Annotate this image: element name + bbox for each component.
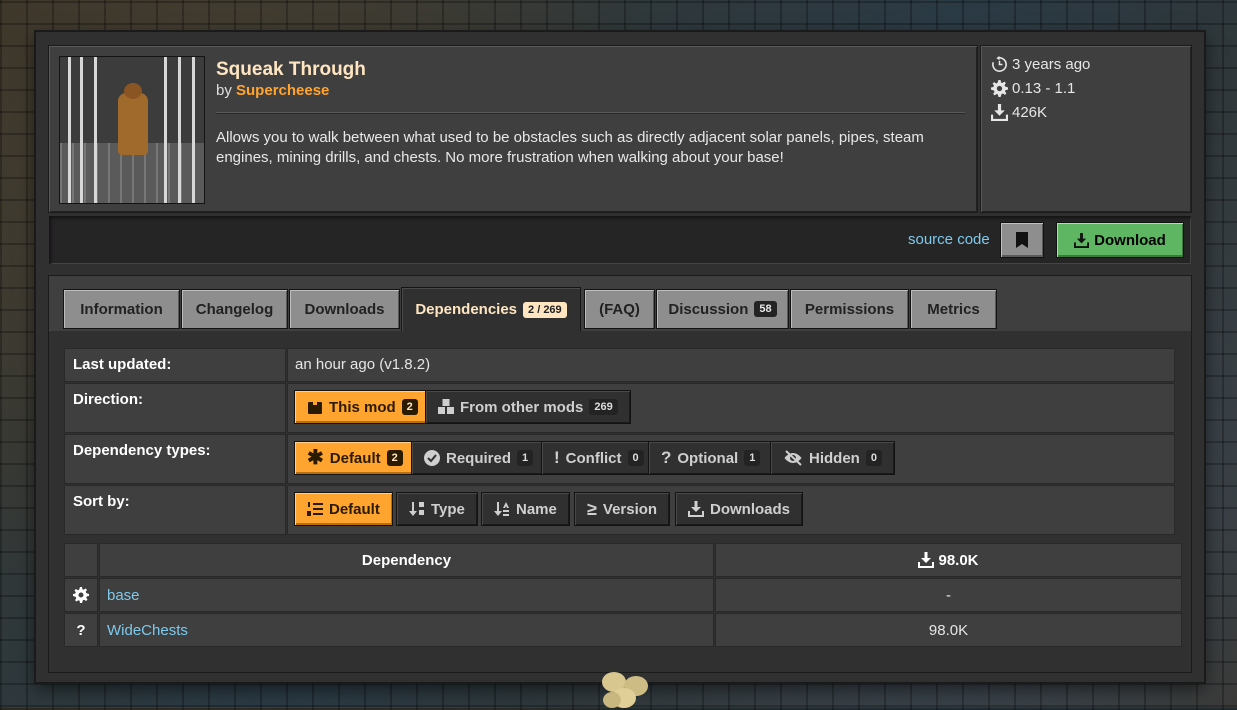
gear-icon [991,80,1008,97]
mod-byline: by Supercheese [216,82,329,99]
exclamation-icon: ! [554,448,560,467]
dependency-link-base[interactable]: base [107,587,140,604]
type-hidden-button[interactable]: Hidden 0 [771,442,894,474]
box-icon [308,399,322,414]
dependency-link-widechests[interactable]: WideChests [107,622,188,639]
eye-slash-icon [784,450,802,466]
download-icon [991,104,1008,121]
sort-default-button[interactable]: Default [295,493,392,525]
tab-information[interactable]: Information [64,290,179,328]
mod-title[interactable]: Squeak Through [216,59,366,81]
by-label: by [216,82,232,99]
download-button[interactable]: Download [1057,223,1183,257]
tab-changelog[interactable]: Changelog [182,290,287,328]
sort-version-button[interactable]: ≥ Version [575,493,670,525]
type-default-button[interactable]: ✱ Default 2 [295,442,415,474]
updated-value: 3 years ago [1012,56,1091,73]
table-row: base - [64,578,1182,612]
sort-icon [409,502,424,516]
asterisk-icon: ✱ [307,447,324,469]
sort-by-label: Sort by: [64,485,286,535]
tab-dependencies[interactable]: Dependencies 2 / 269 [402,288,580,331]
author-link[interactable]: Supercheese [236,82,329,99]
question-icon: ? [76,621,86,639]
updated-row: 3 years ago [991,56,1090,73]
download-icon [1074,232,1090,248]
dependency-downloads: 98.0K [715,613,1182,647]
tab-faq[interactable]: (FAQ) [585,290,654,328]
table-row: ? WideChests 98.0K [64,613,1182,647]
row-dependency-types: Dependency types: ✱ Default 2 Required 1 [64,434,1175,484]
direction-from-other-mods-button[interactable]: From other mods 269 [426,391,630,423]
sort-alpha-icon [494,502,509,516]
tab-dependencies-badge: 2 / 269 [523,301,567,318]
mod-panel: Squeak Through by Supercheese Allows you… [36,32,1204,682]
sort-numeric-icon [307,502,323,516]
row-sort-by: Sort by: Default Type Name ≥ Version Dow… [64,485,1175,535]
download-button-label: Download [1094,231,1166,249]
dependency-types-label: Dependency types: [64,434,286,484]
boxes-icon [438,399,454,414]
table-header: Dependency 98.0K [64,543,1182,577]
divider [216,112,965,113]
downloads-row: 426K [991,104,1047,121]
last-updated-label: Last updated: [64,348,286,382]
history-icon [992,56,1007,72]
direction-this-mod-button[interactable]: This mod 2 [295,391,430,423]
type-required-button[interactable]: Required 1 [412,442,546,474]
check-circle-icon [424,450,440,466]
versions-row: 0.13 - 1.1 [991,80,1075,97]
greater-equal-icon: ≥ [587,498,597,519]
downloads-value: 426K [1012,104,1048,121]
mod-thumbnail[interactable] [60,57,204,203]
last-updated-value: an hour ago (v1.8.2) [295,356,431,373]
tab-downloads[interactable]: Downloads [290,290,399,328]
row-last-updated: Last updated: an hour ago (v1.8.2) [64,348,1175,382]
tab-permissions[interactable]: Permissions [791,290,908,328]
bookmark-icon [1016,232,1028,248]
mod-meta-card: 3 years ago 0.13 - 1.1 426K [981,46,1191,212]
row-direction: Direction: This mod 2 From other mods 26… [64,383,1175,433]
question-icon: ? [661,448,672,467]
type-conflict-button[interactable]: ! Conflict 0 [542,442,656,474]
sort-name-button[interactable]: Name [482,493,569,525]
tabs-area: Information Changelog Downloads Dependen… [49,276,1191,672]
tab-discussion[interactable]: Discussion 58 [657,290,788,328]
tab-strip: Information Changelog Downloads Dependen… [49,276,1191,331]
gear-icon [73,587,89,603]
source-code-link[interactable]: source code [908,231,990,248]
type-optional-button[interactable]: ? Optional 1 [649,442,773,474]
download-icon [688,501,704,517]
dependency-downloads: - [715,578,1182,612]
tab-discussion-badge: 58 [754,301,777,317]
action-bar: source code Download [49,216,1191,264]
col-downloads-header[interactable]: 98.0K [715,543,1182,577]
versions-value: 0.13 - 1.1 [1012,80,1076,97]
direction-label: Direction: [64,383,286,433]
tab-metrics[interactable]: Metrics [911,290,996,328]
download-icon [918,552,935,568]
sort-downloads-button[interactable]: Downloads [676,493,803,525]
mod-header-card: Squeak Through by Supercheese Allows you… [49,46,977,212]
mod-summary: Allows you to walk between what used to … [216,129,924,166]
dependencies-content: Last updated: an hour ago (v1.8.2) Direc… [49,331,1191,672]
mushroom-mascot [602,672,648,708]
sort-type-button[interactable]: Type [397,493,477,525]
col-dependency-header[interactable]: Dependency [99,543,714,577]
bookmark-button[interactable] [1001,223,1043,257]
